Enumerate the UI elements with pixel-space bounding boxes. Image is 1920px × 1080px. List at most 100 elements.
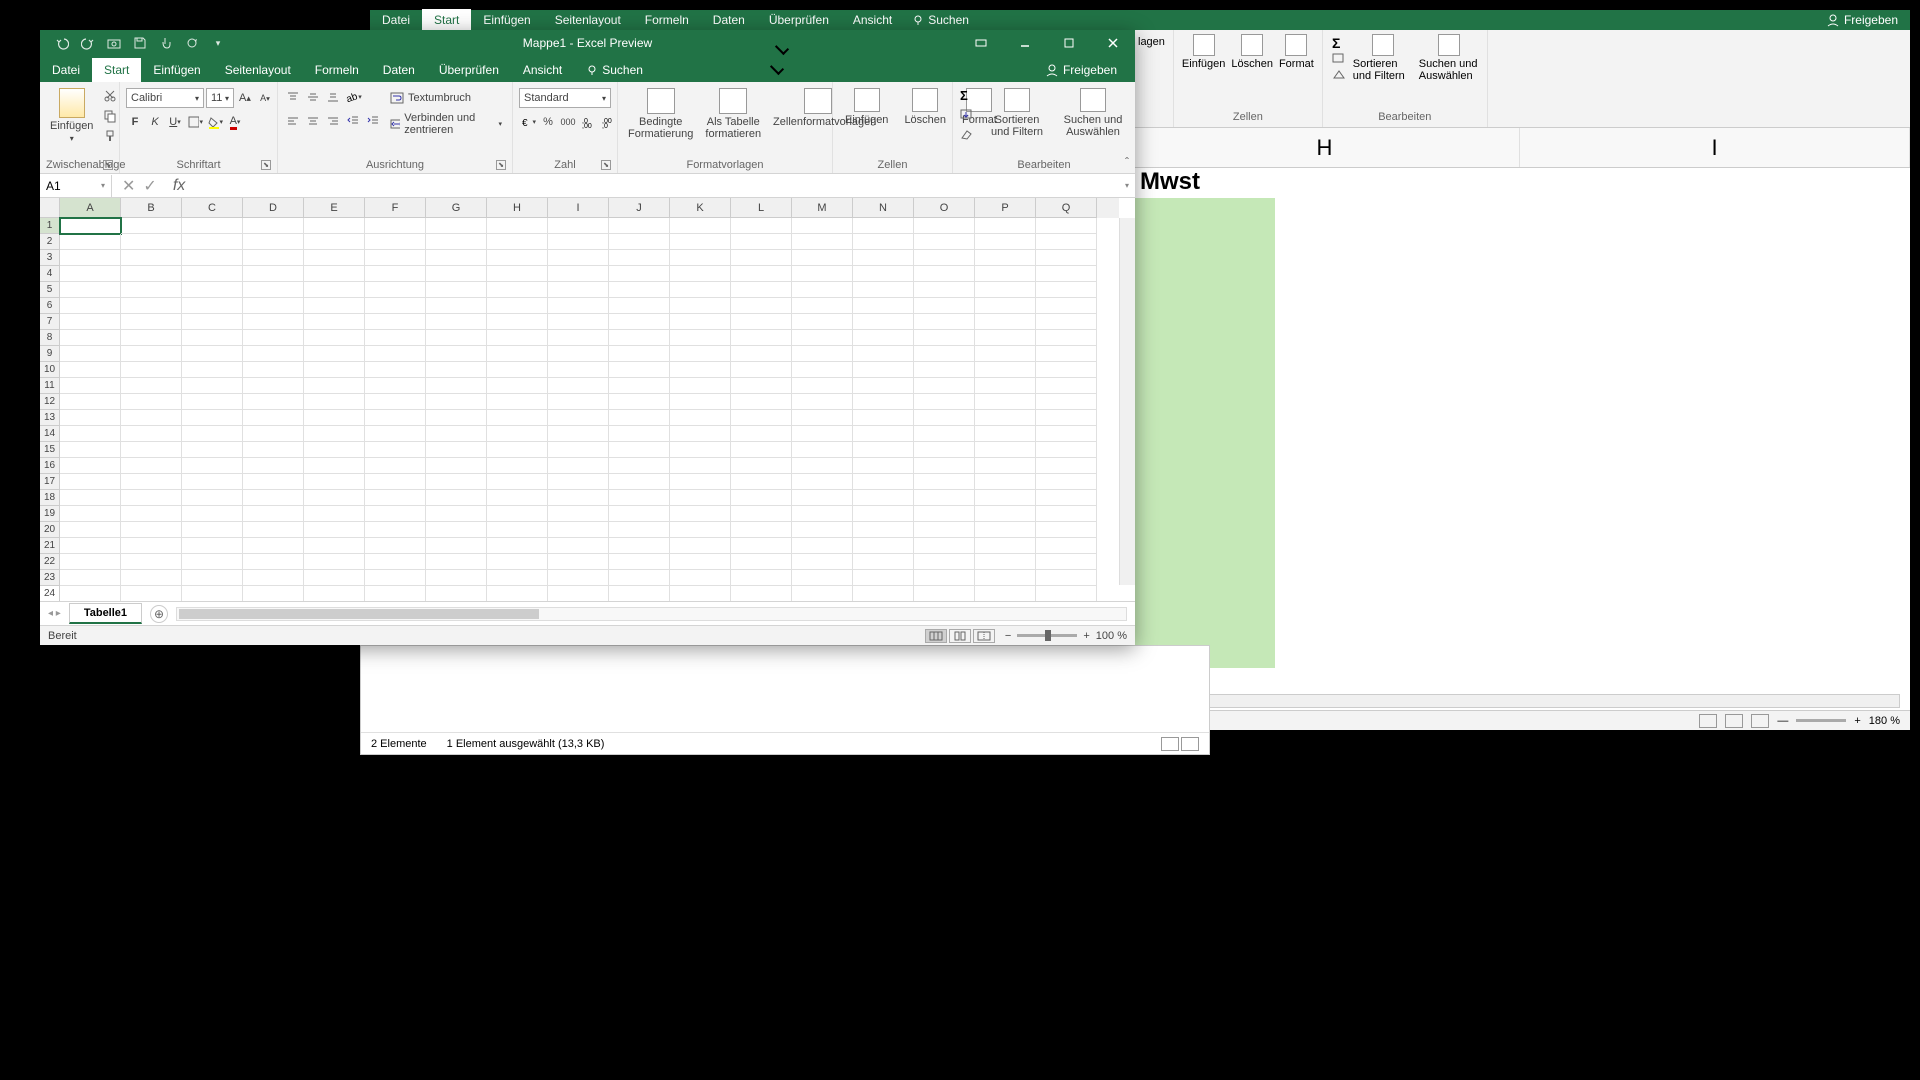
cell[interactable] — [182, 346, 243, 362]
bg-view-layout-icon[interactable] — [1725, 714, 1743, 728]
cell[interactable] — [731, 506, 792, 522]
cell[interactable] — [792, 314, 853, 330]
cell[interactable] — [853, 282, 914, 298]
cell[interactable] — [243, 298, 304, 314]
cell[interactable] — [914, 298, 975, 314]
cell[interactable] — [853, 554, 914, 570]
cell[interactable] — [121, 314, 182, 330]
column-header-l[interactable]: L — [731, 198, 792, 218]
cell[interactable] — [365, 426, 426, 442]
cell[interactable] — [182, 442, 243, 458]
cell[interactable] — [975, 586, 1036, 601]
page-layout-view-button[interactable] — [949, 629, 971, 643]
cell[interactable] — [365, 250, 426, 266]
cell[interactable] — [487, 362, 548, 378]
cell[interactable] — [853, 234, 914, 250]
cell[interactable] — [670, 362, 731, 378]
cell[interactable] — [243, 362, 304, 378]
cell[interactable] — [487, 266, 548, 282]
cell[interactable] — [914, 362, 975, 378]
cell[interactable] — [182, 330, 243, 346]
collapse-ribbon-button[interactable]: ˆ — [1125, 155, 1129, 169]
cell[interactable] — [792, 474, 853, 490]
cell[interactable] — [365, 442, 426, 458]
cell[interactable] — [975, 234, 1036, 250]
cell[interactable] — [426, 394, 487, 410]
maximize-button[interactable] — [1047, 30, 1091, 56]
cell[interactable] — [609, 298, 670, 314]
row-header-11[interactable]: 11 — [40, 378, 60, 394]
cell[interactable] — [670, 330, 731, 346]
cell[interactable] — [548, 554, 609, 570]
align-middle-button[interactable] — [304, 88, 322, 106]
cell[interactable] — [121, 586, 182, 601]
cell[interactable] — [670, 282, 731, 298]
cell[interactable] — [548, 378, 609, 394]
cell[interactable] — [121, 506, 182, 522]
cell[interactable] — [670, 442, 731, 458]
cell[interactable] — [670, 586, 731, 601]
cell[interactable] — [243, 314, 304, 330]
cell[interactable] — [60, 522, 121, 538]
cell[interactable] — [243, 426, 304, 442]
column-header-f[interactable]: F — [365, 198, 426, 218]
cell[interactable] — [487, 522, 548, 538]
cell[interactable] — [853, 474, 914, 490]
cell[interactable] — [731, 314, 792, 330]
cell[interactable] — [609, 410, 670, 426]
cell[interactable] — [426, 250, 487, 266]
cell[interactable] — [365, 586, 426, 601]
font-launcher-icon[interactable]: ⬊ — [261, 160, 271, 170]
cell[interactable] — [487, 426, 548, 442]
cell[interactable] — [426, 330, 487, 346]
vertical-scrollbar[interactable] — [1119, 218, 1135, 585]
cell[interactable] — [914, 250, 975, 266]
cell[interactable] — [792, 378, 853, 394]
cell[interactable] — [365, 330, 426, 346]
cell[interactable] — [670, 458, 731, 474]
cell[interactable] — [487, 298, 548, 314]
cell[interactable] — [670, 378, 731, 394]
row-header-3[interactable]: 3 — [40, 250, 60, 266]
cell[interactable] — [731, 250, 792, 266]
cell[interactable] — [548, 586, 609, 601]
bold-button[interactable]: F — [126, 112, 144, 132]
cell[interactable] — [243, 474, 304, 490]
cell[interactable] — [914, 426, 975, 442]
row-header-15[interactable]: 15 — [40, 442, 60, 458]
cell[interactable] — [731, 266, 792, 282]
decrease-indent-button[interactable] — [344, 112, 362, 130]
cell[interactable] — [609, 586, 670, 601]
cell[interactable] — [304, 330, 365, 346]
cell[interactable] — [60, 218, 121, 234]
horizontal-scrollbar[interactable] — [176, 607, 1127, 621]
bg-tab-formeln[interactable]: Formeln — [633, 9, 701, 31]
clear-icon[interactable] — [1331, 68, 1347, 82]
share-button[interactable]: Freigeben — [1037, 58, 1125, 82]
explorer-icons-view-icon[interactable] — [1181, 737, 1199, 751]
cell[interactable] — [609, 538, 670, 554]
cell[interactable] — [670, 298, 731, 314]
cell[interactable] — [548, 570, 609, 586]
save-button[interactable] — [132, 35, 148, 51]
cell[interactable] — [731, 346, 792, 362]
cell[interactable] — [853, 570, 914, 586]
copy-button[interactable] — [101, 108, 119, 124]
cell[interactable] — [1036, 506, 1097, 522]
decrease-font-button[interactable]: A▾ — [256, 88, 274, 108]
cell[interactable] — [975, 506, 1036, 522]
cell[interactable] — [670, 218, 731, 234]
cell[interactable] — [792, 362, 853, 378]
cell[interactable] — [243, 442, 304, 458]
cell[interactable] — [121, 442, 182, 458]
cell[interactable] — [365, 298, 426, 314]
cell[interactable] — [182, 490, 243, 506]
number-format-dropdown[interactable]: Standard▾ — [519, 88, 611, 108]
cell[interactable] — [487, 538, 548, 554]
cell[interactable] — [243, 586, 304, 601]
tab-ansicht[interactable]: Ansicht — [511, 58, 574, 82]
cell[interactable] — [914, 442, 975, 458]
cell[interactable] — [304, 506, 365, 522]
cell[interactable] — [792, 570, 853, 586]
cell[interactable] — [792, 330, 853, 346]
